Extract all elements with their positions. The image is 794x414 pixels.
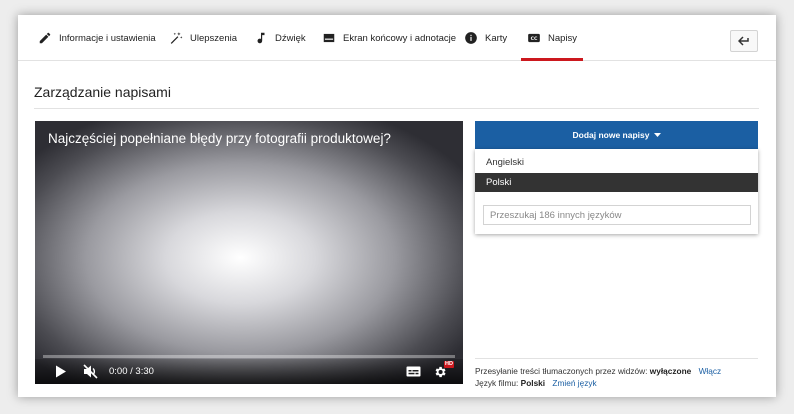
change-language-link[interactable]: Zmień język (552, 378, 596, 388)
language-dropdown: Angielski Polski (475, 149, 758, 234)
tab-label: Karty (485, 32, 508, 44)
hd-badge: HD (444, 361, 454, 368)
enable-community-link[interactable]: Włącz (699, 366, 722, 376)
tab-label: Dźwięk (275, 32, 306, 44)
video-editor-window: Informacje i ustawienia Ulepszenia Dźwię… (18, 15, 776, 397)
tab-subtitles[interactable]: CC Napisy (520, 15, 584, 61)
caret-down-icon (653, 133, 661, 137)
end-screen-icon (323, 33, 335, 43)
video-language-value: Polski (520, 378, 546, 388)
video-player[interactable]: Najczęściej popełniane błędy przy fotogr… (35, 121, 463, 384)
back-arrow-icon (738, 36, 749, 46)
language-search-input[interactable] (483, 205, 751, 225)
page-title: Zarządzanie napisami (34, 84, 171, 100)
community-contributions-line: Przesyłanie treści tłumaczonych przez wi… (475, 366, 721, 376)
add-subtitles-button[interactable]: Dodaj nowe napisy (475, 121, 758, 149)
tab-end-screen[interactable]: Ekran końcowy i adnotacje (322, 15, 456, 61)
svg-text:CC: CC (531, 36, 538, 42)
video-language-line: Język filmu: Polski Zmień język (475, 378, 597, 388)
editor-tabs: Informacje i ustawienia Ulepszenia Dźwię… (18, 15, 776, 61)
player-controls: 0:00 / 3:30 HD (35, 359, 463, 384)
tab-enhancements[interactable]: Ulepszenia (169, 15, 237, 61)
tab-info-settings[interactable]: Informacje i ustawienia (38, 15, 156, 61)
tab-audio[interactable]: Dźwięk (254, 15, 306, 61)
video-language-label: Język filmu: (475, 378, 519, 388)
progress-bar[interactable] (43, 355, 455, 358)
language-option-english[interactable]: Angielski (475, 153, 758, 172)
video-title: Najczęściej popełniane błędy przy fotogr… (48, 131, 391, 146)
pencil-icon (39, 32, 51, 44)
music-note-icon (257, 32, 265, 44)
mute-icon[interactable] (83, 364, 98, 379)
tab-label: Ekran końcowy i adnotacje (343, 32, 457, 44)
community-label: Przesyłanie treści tłumaczonych przez wi… (475, 366, 648, 376)
tab-label: Informacje i ustawienia (59, 32, 156, 44)
play-icon[interactable] (55, 365, 67, 378)
info-icon (465, 32, 477, 44)
tab-cards[interactable]: Karty (464, 15, 507, 61)
tab-label: Ulepszenia (190, 32, 237, 44)
divider (475, 358, 758, 359)
subtitles-icon[interactable] (406, 366, 421, 377)
language-option-polish[interactable]: Polski (475, 173, 758, 192)
time-display: 0:00 / 3:30 (109, 366, 154, 377)
back-button[interactable] (730, 30, 758, 52)
magic-wand-icon (170, 32, 183, 44)
add-subtitles-label: Dodaj nowe napisy (572, 130, 650, 140)
divider (34, 108, 759, 109)
community-status: wyłączone (649, 366, 692, 376)
closed-captions-icon: CC (528, 33, 540, 43)
tab-label: Napisy (548, 32, 578, 44)
